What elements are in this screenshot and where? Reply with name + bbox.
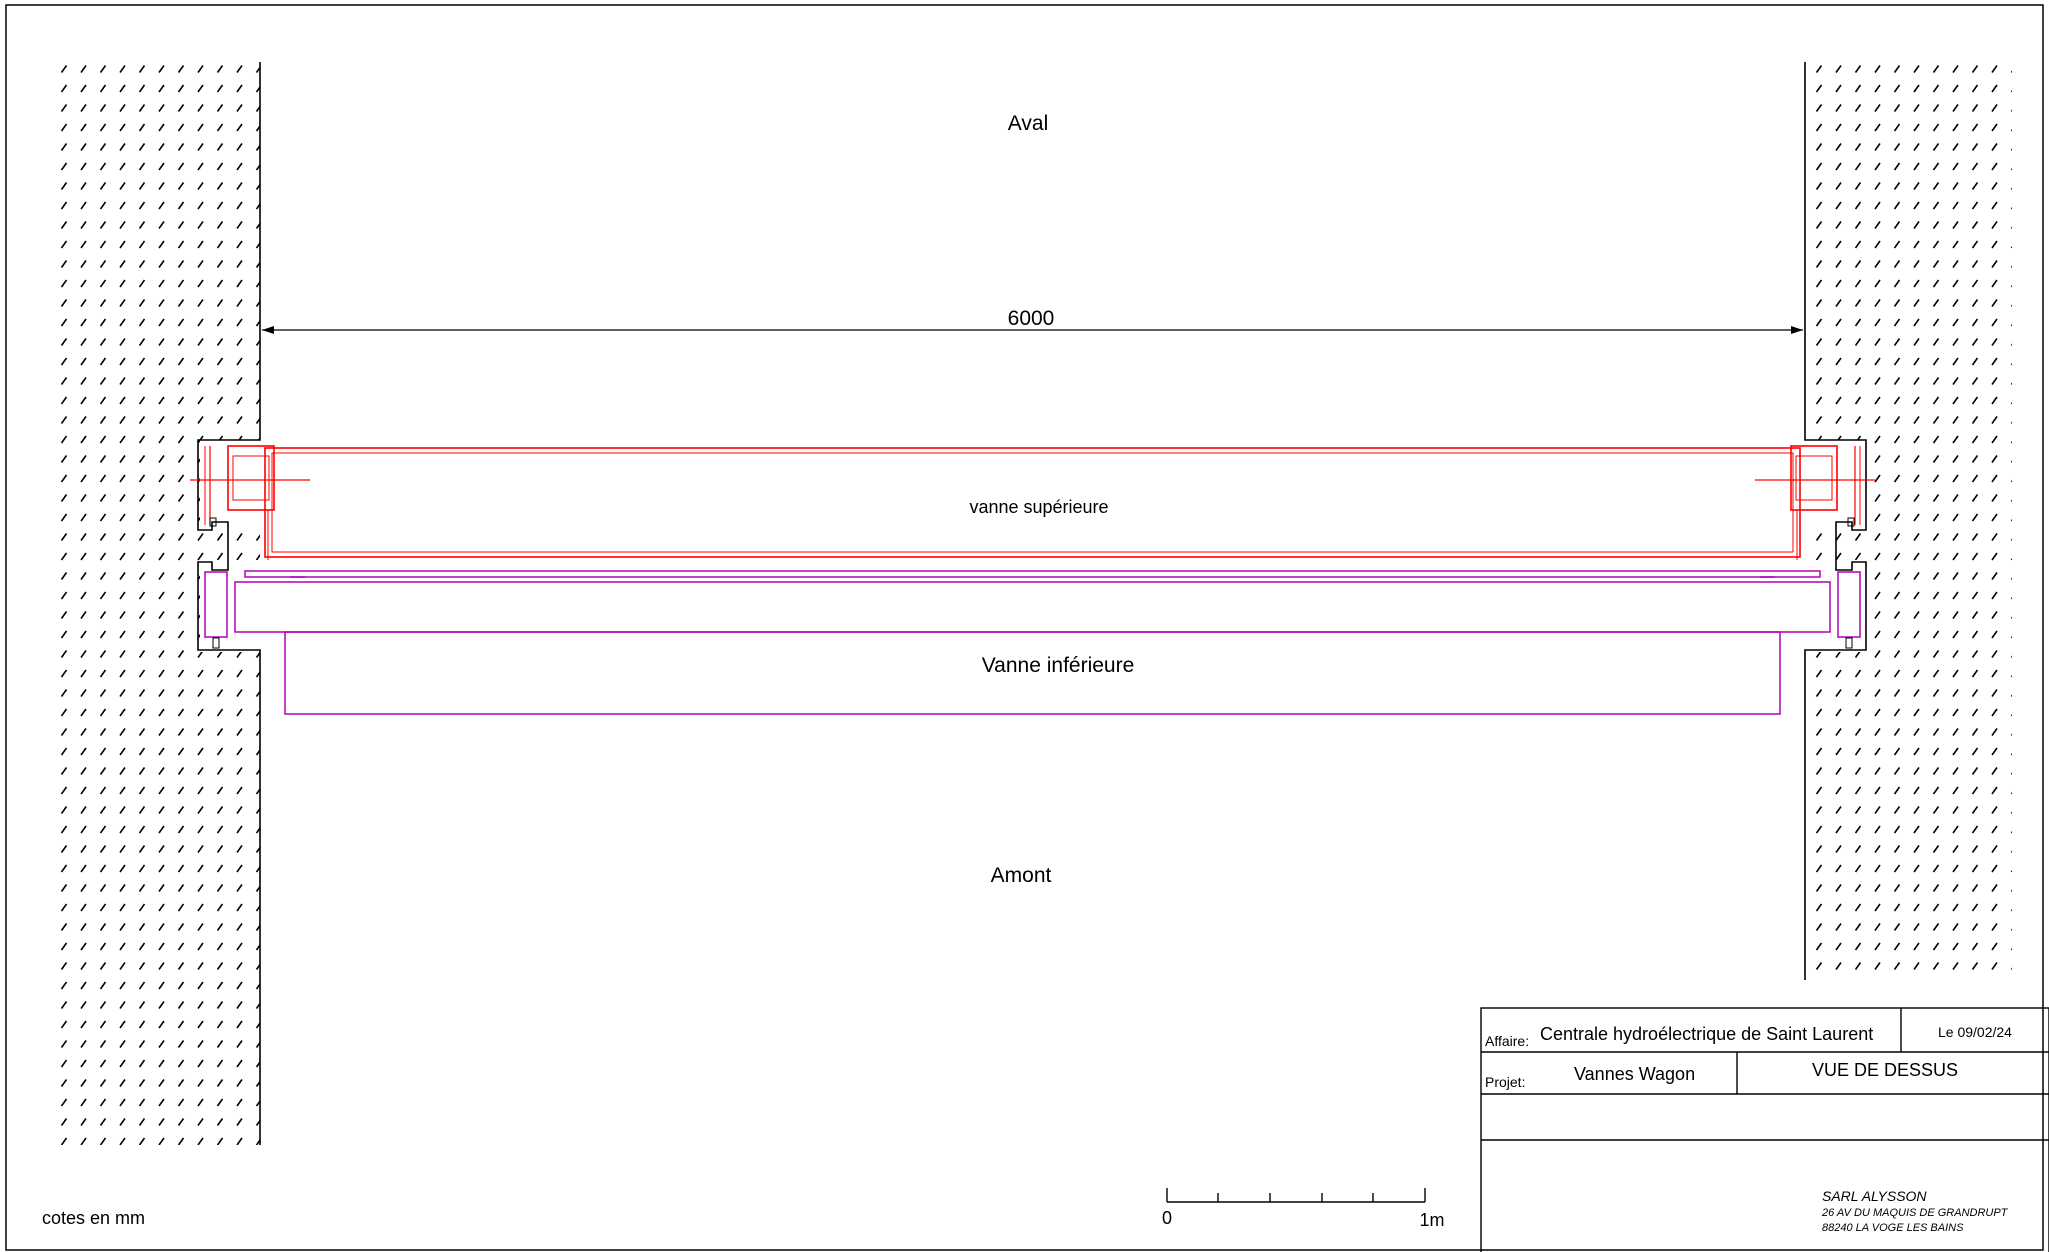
company-address-line-2: 88240 LA VOGE LES BAINS: [1822, 1222, 1964, 1234]
company-address-line-1: 26 AV DU MAQUIS DE GRANDRUPT: [1822, 1207, 2008, 1219]
view-name: VUE DE DESSUS: [1811, 1060, 1959, 1080]
lower-gate-left-guide: [204, 571, 228, 638]
scale-bar-start-label: 0: [1161, 1208, 1173, 1228]
left-wall-hatch: [60, 64, 260, 1145]
upstream-label: Amont: [990, 864, 1052, 887]
lower-gate: [204, 570, 1861, 715]
projet-value: Vannes Wagon: [1574, 1064, 1696, 1084]
lower-gate-label: Vanne inférieure: [981, 654, 1135, 677]
guide-fittings: [209, 517, 1855, 649]
upper-gate-label: vanne supérieure: [969, 497, 1109, 517]
top-view-drawing: [5, 4, 2049, 1252]
affaire-value: Centrale hydroélectrique de Saint Lauren…: [1540, 1024, 1874, 1044]
downstream-label: Aval: [1007, 112, 1049, 135]
drawing-date: Le 09/02/24: [1938, 1024, 2012, 1040]
span-dimension-value: 6000: [1007, 307, 1055, 330]
scale-bar-end-label: 1m: [1419, 1210, 1445, 1230]
affaire-label: Affaire:: [1485, 1033, 1530, 1049]
lower-gate-right-guide: [1837, 571, 1861, 638]
projet-label: Projet:: [1485, 1074, 1526, 1090]
units-note: cotes en mm: [42, 1208, 146, 1228]
scale-bar: [1166, 1188, 1426, 1203]
company-name: SARL ALYSSON: [1822, 1188, 1927, 1204]
